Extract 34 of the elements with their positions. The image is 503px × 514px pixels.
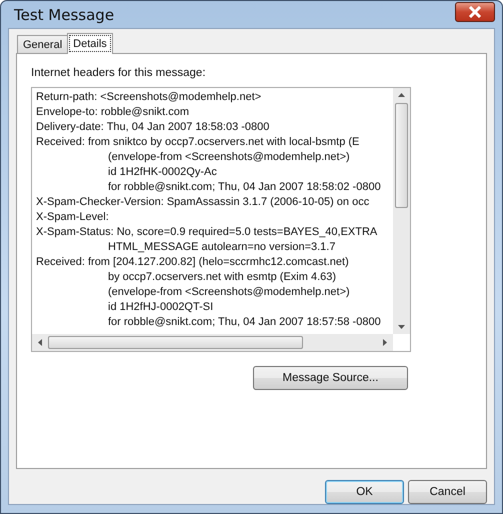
window-title: Test Message: [14, 6, 114, 24]
header-line: Received: from [204.127.200.82] (helo=sccrmhc12.comcast.net): [36, 256, 349, 268]
right-arrow-icon: [383, 339, 387, 346]
header-line: HTML_MESSAGE autolearn=no version=3.1.7: [108, 241, 336, 253]
header-line: for robble@snikt.com; Thu, 04 Jan 2007 18:58:02 -0800: [108, 181, 381, 193]
down-arrow-icon: [398, 325, 405, 329]
up-arrow-icon: [398, 93, 405, 97]
tab[interactable]: General: [17, 35, 68, 53]
scroll-thumb[interactable]: [395, 103, 408, 208]
cancel-button[interactable]: Cancel: [408, 480, 487, 504]
scroll-thumb[interactable]: [48, 336, 303, 349]
vertical-scrollbar[interactable]: [393, 88, 410, 334]
ok-button[interactable]: OK: [325, 480, 404, 504]
header-line: Delivery-date: Thu, 04 Jan 2007 18:58:03 -0800: [36, 121, 270, 133]
close-icon: [468, 6, 482, 18]
header-line: X-Spam-Checker-Version: SpamAssassin 3.1.7 (2006-10-05) on occ: [36, 196, 370, 208]
header-line: Return-path: <Screenshots@modemhelp.net>: [36, 91, 262, 103]
header-line: for robble@snikt.com; Thu, 04 Jan 2007 18:57:58 -0800: [108, 316, 381, 328]
left-arrow-icon: [38, 339, 42, 346]
horizontal-scrollbar[interactable]: [32, 334, 393, 351]
tab[interactable]: Details: [67, 33, 113, 54]
header-line: (envelope-from <Screenshots@modemhelp.net>): [108, 151, 350, 163]
header-line: X-Spam-Level:: [36, 211, 109, 223]
header-line: Envelope-to: robble@snikt.com: [36, 106, 190, 118]
header-line: by occp7.ocservers.net with esmtp (Exim 4.63): [108, 271, 336, 283]
headers-text-box[interactable]: [31, 87, 411, 352]
message-source-button[interactable]: Message Source...: [253, 366, 408, 390]
headers-label: Internet headers for this message:: [31, 67, 206, 79]
header-line: Received: from sniktco by occp7.ocservers.net with local-bsmtp (E: [36, 136, 360, 148]
header-line: id 1H2fHK-0002Qy-Ac: [108, 166, 217, 178]
header-line: (envelope-from <Screenshots@modemhelp.net>): [108, 286, 350, 298]
close-button[interactable]: [455, 2, 495, 22]
header-line: id 1H2fHJ-0002QT-SI: [108, 301, 214, 313]
header-line: X-Spam-Status: No, score=0.9 required=5.0 tests=BAYES_40,EXTRA: [36, 226, 378, 238]
